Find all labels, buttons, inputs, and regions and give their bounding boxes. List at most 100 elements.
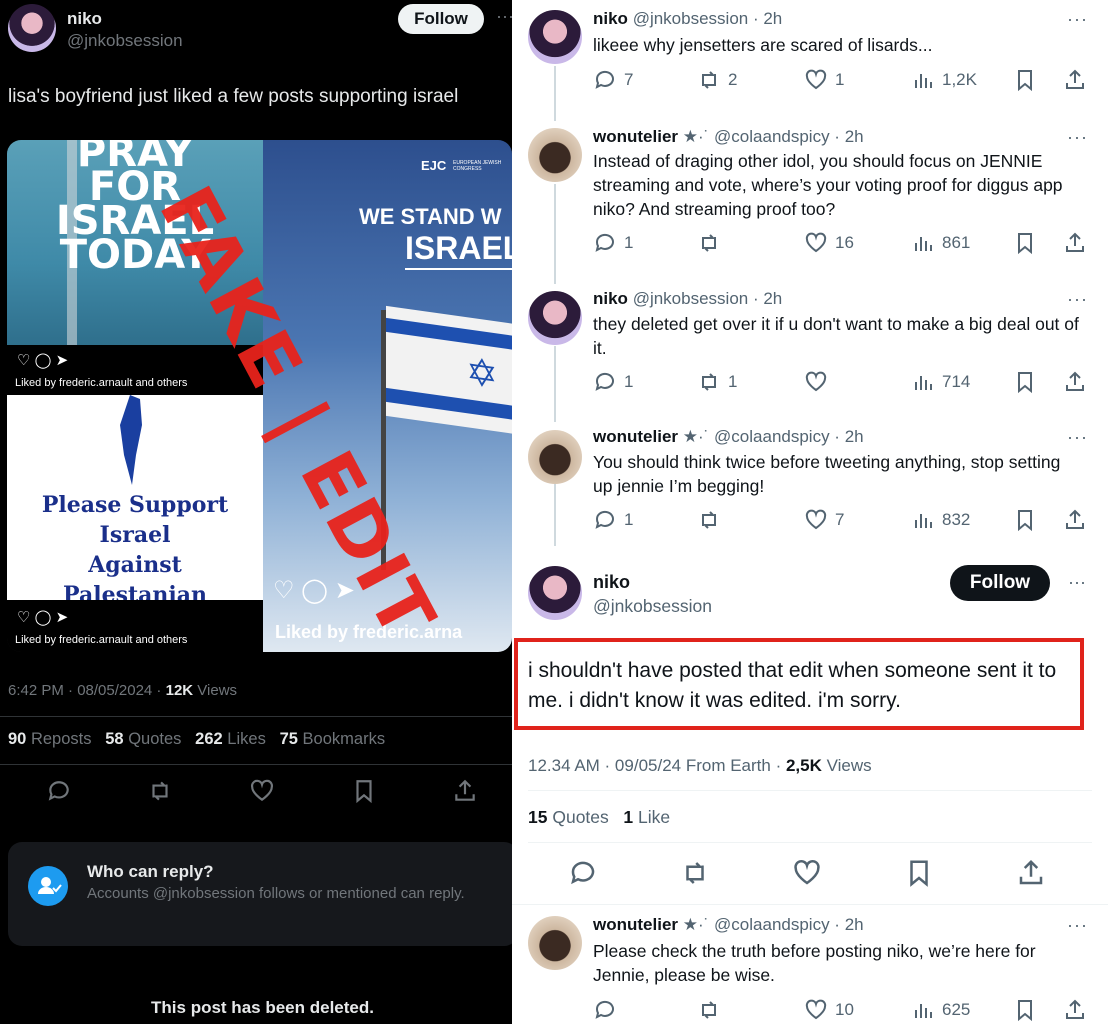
- more-icon[interactable]: ···: [1067, 289, 1088, 310]
- right-screenshot: niko @jnkobsession · 2h ··· likeee why j…: [512, 0, 1108, 1024]
- like-icon: [804, 998, 828, 1022]
- reply-tweet[interactable]: niko @jnkobsession · 2h ··· they deleted…: [512, 285, 1108, 425]
- repost-icon: [697, 998, 721, 1022]
- repost-button[interactable]: [697, 997, 728, 1023]
- reply-button[interactable]: [593, 997, 624, 1023]
- share-button[interactable]: [1063, 369, 1094, 395]
- more-icon[interactable]: ···: [1068, 572, 1086, 593]
- views-button[interactable]: 714: [911, 369, 970, 395]
- author-handle[interactable]: @jnkobsession · 2h: [633, 289, 783, 308]
- author-name[interactable]: niko: [593, 289, 628, 308]
- avatar[interactable]: [8, 4, 56, 52]
- share-button[interactable]: [1063, 997, 1094, 1023]
- views-button[interactable]: 861: [911, 230, 970, 256]
- more-icon[interactable]: ···: [1067, 127, 1088, 148]
- image-please-support: Please Support Israel Against Palestania…: [7, 395, 263, 638]
- avatar[interactable]: [528, 430, 582, 484]
- more-icon[interactable]: ···: [1067, 427, 1088, 448]
- reply-tweet[interactable]: niko @jnkobsession · 2h ··· likeee why j…: [512, 0, 1108, 120]
- liked-by: Liked by frederic.arnault and others: [15, 634, 188, 646]
- author-handle[interactable]: @colaandspicy · 2h: [714, 127, 864, 146]
- stat-quotes[interactable]: 15 Quotes: [528, 807, 609, 827]
- reply-icon[interactable]: [568, 858, 598, 888]
- bookmark-button[interactable]: [1013, 507, 1044, 533]
- like-button[interactable]: 16: [804, 230, 854, 256]
- like-button[interactable]: 1: [804, 67, 844, 93]
- author-name[interactable]: wonutelier: [593, 915, 678, 934]
- views-button[interactable]: 625: [911, 997, 970, 1023]
- author-handle[interactable]: @colaandspicy · 2h: [714, 427, 864, 446]
- author-handle[interactable]: @jnkobsession: [593, 596, 712, 617]
- ejc-logo-sub: EUROPEAN JEWISH CONGRESS: [453, 160, 502, 172]
- share-button[interactable]: [1063, 507, 1094, 533]
- repost-button[interactable]: 2: [697, 67, 737, 93]
- share-button[interactable]: [1063, 230, 1094, 256]
- repost-icon: [697, 231, 721, 255]
- avatar[interactable]: [528, 916, 582, 970]
- insta-bar: ♡ ◯ ➤ Liked by frederic.arnault and othe…: [7, 600, 263, 652]
- author-handle[interactable]: @jnkobsession · 2h: [633, 9, 783, 28]
- name-badge: ★·˙: [682, 127, 710, 146]
- like-button[interactable]: 7: [804, 507, 844, 533]
- reply-button[interactable]: 1: [593, 507, 633, 533]
- bookmark-icon[interactable]: [351, 778, 377, 804]
- author-name[interactable]: wonutelier: [593, 127, 678, 146]
- bookmark-button[interactable]: [1013, 67, 1044, 93]
- post-meta: 6:42 PM · 08/05/2024 · 12K Views: [8, 682, 237, 699]
- avatar[interactable]: [528, 566, 582, 620]
- like-icon[interactable]: [249, 778, 275, 804]
- views-icon: [911, 68, 935, 92]
- bookmark-button[interactable]: [1013, 369, 1044, 395]
- repost-icon[interactable]: [147, 778, 173, 804]
- bookmark-icon: [1013, 68, 1037, 92]
- follow-button[interactable]: Follow: [950, 565, 1050, 601]
- avatar[interactable]: [528, 291, 582, 345]
- bookmark-button[interactable]: [1013, 230, 1044, 256]
- author-handle[interactable]: @colaandspicy · 2h: [714, 915, 864, 934]
- like-button[interactable]: [804, 369, 835, 395]
- stat-likes[interactable]: 1 Like: [623, 807, 670, 827]
- repost-icon[interactable]: [680, 858, 710, 888]
- more-icon[interactable]: ···: [1067, 9, 1088, 30]
- reply-button[interactable]: 7: [593, 67, 633, 93]
- reply-tweet[interactable]: wonutelier ★·˙ @colaandspicy · 2h ··· Pl…: [512, 906, 1108, 1024]
- bookmark-button[interactable]: [1013, 997, 1044, 1023]
- reply-tweet[interactable]: wonutelier ★·˙ @colaandspicy · 2h ··· In…: [512, 122, 1108, 282]
- repost-button[interactable]: 1: [697, 369, 737, 395]
- like-icon[interactable]: [792, 858, 822, 888]
- like-button[interactable]: 10: [804, 997, 854, 1023]
- stat-likes[interactable]: 262 Likes: [195, 730, 266, 748]
- reply-icon: [593, 68, 617, 92]
- views-button[interactable]: 832: [911, 507, 970, 533]
- reply-tweet[interactable]: wonutelier ★·˙ @colaandspicy · 2h ··· Yo…: [512, 424, 1108, 554]
- author-handle[interactable]: @jnkobsession: [67, 31, 183, 51]
- share-icon[interactable]: [1016, 858, 1046, 888]
- reply-button[interactable]: 1: [593, 369, 633, 395]
- stat-quotes[interactable]: 58 Quotes: [105, 730, 181, 748]
- avatar[interactable]: [528, 10, 582, 64]
- views-icon: [911, 231, 935, 255]
- more-icon[interactable]: ···: [1067, 915, 1088, 936]
- author-name[interactable]: niko: [593, 572, 630, 593]
- stat-bookmarks[interactable]: 75 Bookmarks: [280, 730, 385, 748]
- bookmark-icon[interactable]: [904, 858, 934, 888]
- insta-icons: ♡ ◯ ➤: [17, 352, 69, 369]
- share-button[interactable]: [1063, 67, 1094, 93]
- repost-button[interactable]: [697, 230, 728, 256]
- more-icon[interactable]: ···: [496, 6, 512, 27]
- bookmark-icon: [1013, 370, 1037, 394]
- reply-button[interactable]: 1: [593, 230, 633, 256]
- author-name[interactable]: wonutelier: [593, 427, 678, 446]
- author-name[interactable]: niko: [67, 9, 102, 29]
- repost-button[interactable]: [697, 507, 728, 533]
- views-count: 2,5K: [785, 756, 822, 775]
- views-button[interactable]: 1,2K: [911, 67, 977, 93]
- share-icon[interactable]: [452, 778, 478, 804]
- post-image[interactable]: PRAY FOR ISRAEL TODAY ♡ ◯ ➤ Liked by fre…: [7, 140, 512, 652]
- user-check-icon: [28, 866, 68, 906]
- stat-reposts[interactable]: 90 Reposts: [8, 730, 91, 748]
- reply-icon[interactable]: [46, 778, 72, 804]
- follow-button[interactable]: Follow: [398, 4, 484, 34]
- author-name[interactable]: niko: [593, 9, 628, 28]
- avatar[interactable]: [528, 128, 582, 182]
